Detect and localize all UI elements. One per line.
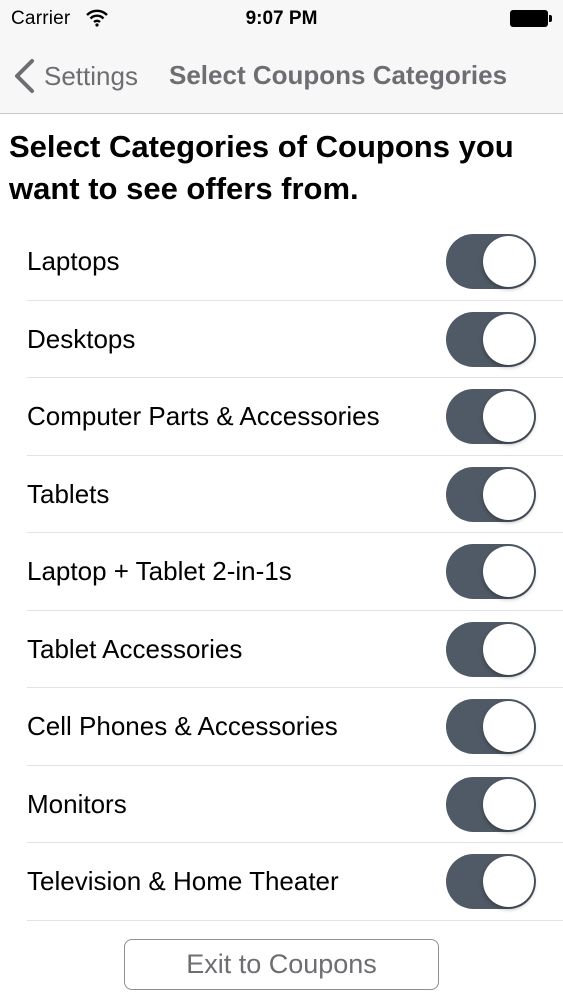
toggle-knob xyxy=(483,313,534,365)
category-toggle[interactable] xyxy=(446,699,536,754)
category-toggle[interactable] xyxy=(446,389,536,444)
list-item: Monitors xyxy=(0,766,563,843)
category-list: Laptops Desktops Computer Parts & Accessor… xyxy=(0,223,563,921)
category-label: Television & Home Theater xyxy=(27,866,339,896)
category-label: Computer Parts & Accessories xyxy=(27,401,380,431)
category-toggle[interactable] xyxy=(446,234,536,289)
list-item: Tablets xyxy=(0,456,563,533)
list-item: Desktops xyxy=(0,301,563,378)
category-label: Laptop + Tablet 2-in-1s xyxy=(27,556,292,586)
section-heading: Select Categories of Coupons you want to… xyxy=(9,129,514,206)
navigation-bar: Settings Select Coupons Categories xyxy=(0,40,563,114)
toggle-knob xyxy=(483,391,534,442)
list-item: Tablet Accessories xyxy=(0,611,563,688)
back-button[interactable]: Settings xyxy=(12,56,138,96)
back-button-label: Settings xyxy=(44,60,138,91)
toggle-knob xyxy=(483,623,534,675)
category-toggle[interactable] xyxy=(446,854,536,909)
chevron-left-icon xyxy=(15,59,34,93)
category-toggle[interactable] xyxy=(446,776,536,832)
category-toggle[interactable] xyxy=(446,311,536,367)
exit-to-coupons-button[interactable]: Exit to Coupons xyxy=(124,939,439,990)
toggle-knob xyxy=(483,468,534,520)
list-item: Cell Phones & Accessories xyxy=(0,688,563,766)
list-item: Television & Home Theater xyxy=(0,843,563,921)
category-label: Laptops xyxy=(27,246,120,276)
category-toggle[interactable] xyxy=(446,621,536,677)
category-label: Cell Phones & Accessories xyxy=(27,711,338,741)
status-bar: Carrier 9:07 PM xyxy=(0,0,563,40)
battery-icon xyxy=(510,10,552,27)
list-item: Laptops xyxy=(0,223,563,301)
toggle-knob xyxy=(483,546,534,597)
category-label: Monitors xyxy=(27,788,127,819)
category-toggle[interactable] xyxy=(446,544,536,599)
toggle-knob xyxy=(483,778,534,830)
toggle-knob xyxy=(483,701,534,752)
category-label: Tablets xyxy=(27,478,110,509)
row-divider xyxy=(27,919,563,921)
category-label: Desktops xyxy=(27,323,136,354)
list-item: Computer Parts & Accessories xyxy=(0,378,563,456)
list-item: Laptop + Tablet 2-in-1s xyxy=(0,533,563,611)
toggle-knob xyxy=(483,236,534,287)
toggle-knob xyxy=(483,856,534,907)
status-time: 9:07 PM xyxy=(245,8,318,29)
category-label: Tablet Accessories xyxy=(27,633,243,664)
page-title: Select Coupons Categories xyxy=(169,60,508,90)
category-toggle[interactable] xyxy=(446,466,536,522)
